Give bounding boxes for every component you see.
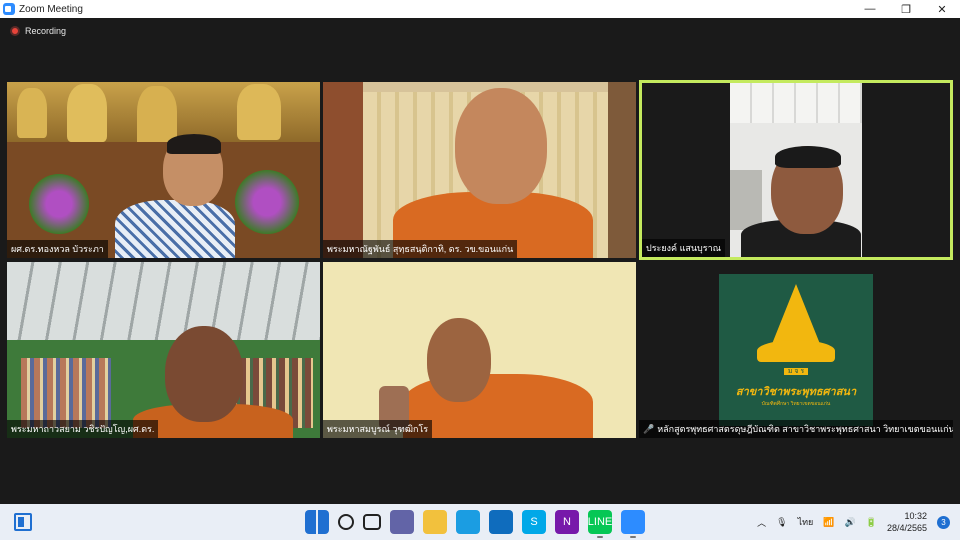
maximize-button[interactable]: ❐ — [888, 0, 924, 18]
file-explorer-icon[interactable] — [423, 510, 447, 534]
minimize-button[interactable]: — — [852, 0, 888, 18]
wooden-shelf — [323, 82, 363, 258]
participant-name-text: หลักสูตรพุทธศาสตรดุษฎีบัณฑิต สาขาวิชาพระ… — [657, 424, 953, 434]
volume-icon[interactable]: 🔊 — [845, 517, 856, 528]
orchid-flowers — [235, 170, 299, 234]
emblem-abbrev-text: ม จ ร — [783, 368, 809, 375]
emblem-base-icon — [757, 340, 835, 362]
wall-panel — [608, 82, 636, 258]
skype-icon[interactable]: S — [522, 510, 546, 534]
emblem-subtitle: บัณฑิตศึกษา วิทยาเขตขอนแก่น — [761, 401, 831, 407]
video-tile-3-active-speaker[interactable]: ประยงค์ แสนบุราณ — [639, 80, 953, 260]
buddha-statue — [17, 88, 47, 138]
video-tile-6[interactable]: ม จ ร สาขาวิชาพระพุทธศาสนา บัณฑิตศึกษา ว… — [639, 262, 953, 438]
zoom-icon[interactable] — [621, 510, 645, 538]
teams-chat-icon[interactable] — [390, 510, 414, 534]
buddha-statue — [67, 84, 107, 142]
mail-icon[interactable] — [489, 510, 513, 534]
person-head — [455, 88, 547, 204]
line-icon[interactable]: LINE — [588, 510, 612, 538]
books — [21, 358, 111, 428]
close-button[interactable]: ✕ — [924, 0, 960, 18]
task-view-icon[interactable] — [363, 514, 381, 530]
participant-name: ประยงค์ แสนบุราณ — [642, 239, 725, 257]
person-head — [165, 326, 243, 422]
notification-badge[interactable]: 3 — [937, 515, 950, 529]
emblem-title: สาขาวิชาพระพุทธศาสนา — [735, 386, 857, 398]
chevron-up-icon[interactable]: ︿ — [757, 516, 766, 529]
microphone-icon[interactable]: 🎙 — [776, 517, 787, 528]
ceiling-tiles — [730, 83, 862, 123]
windows-taskbar: S N LINE ︿ 🎙 ไทย 📶 🔊 🔋 10:32 28/4/2565 3 — [0, 504, 960, 540]
video-tile-5[interactable]: พระมหาสมบูรณ์ วุฑฒิกโร — [323, 262, 636, 438]
search-icon[interactable] — [338, 514, 354, 530]
participant-name: 🎤 หลักสูตรพุทธศาสตรดุษฎีบัณฑิต สาขาวิชาพร… — [639, 420, 953, 438]
system-tray: ︿ 🎙 ไทย 📶 🔊 🔋 10:32 28/4/2565 3 — [757, 508, 950, 536]
window-titlebar: Zoom Meeting — ❐ ✕ — [0, 0, 960, 18]
video-tile-1[interactable]: ผศ.ดร.ทองหวล บัวระภา — [7, 82, 320, 258]
window-title: Zoom Meeting — [19, 3, 83, 15]
clock[interactable]: 10:32 28/4/2565 — [887, 510, 927, 534]
taskbar-apps: S N LINE — [305, 510, 645, 538]
windows-start-icon[interactable] — [305, 510, 329, 534]
orchid-flowers — [29, 174, 89, 234]
onenote-icon[interactable]: N — [555, 510, 579, 534]
emblem-card: ม จ ร สาขาวิชาพระพุทธศาสนา บัณฑิตศึกษา ว… — [719, 274, 873, 426]
recording-icon — [10, 26, 20, 36]
edge-icon[interactable] — [456, 510, 480, 534]
roof-beams — [7, 262, 320, 340]
person-head — [427, 318, 491, 402]
buddha-statue — [237, 84, 281, 140]
battery-icon[interactable]: 🔋 — [866, 517, 877, 528]
person-body — [115, 200, 235, 258]
video-tile-4[interactable]: พระมหาถาวสยาม วชิรปัญโญ,ผศ.ดร. — [7, 262, 320, 438]
language-indicator[interactable]: ไทย — [798, 515, 814, 529]
person-hair — [775, 146, 841, 168]
widgets-icon[interactable] — [14, 513, 32, 531]
recording-indicator[interactable]: Recording — [10, 26, 66, 36]
video-tile-2[interactable]: พระมหาณัฐพันธ์ สุทฺธสนฺติกาทิ, ดร. วข.ขอ… — [323, 82, 636, 258]
window-controls: — ❐ ✕ — [852, 0, 960, 18]
clock-date: 28/4/2565 — [886, 523, 927, 533]
participant-name: ผศ.ดร.ทองหวล บัวระภา — [7, 240, 108, 258]
shelf — [730, 170, 762, 230]
wifi-icon[interactable]: 📶 — [823, 517, 834, 528]
emblem-chedi-icon — [772, 284, 820, 344]
participant-name: พระมหาณัฐพันธ์ สุทฺธสนฺติกาทิ, ดร. วข.ขอ… — [323, 240, 518, 258]
recording-label: Recording — [25, 26, 67, 36]
participant-name: พระมหาถาวสยาม วชิรปัญโญ,ผศ.ดร. — [7, 420, 159, 438]
emblem-abbrev: ม จ ร — [719, 366, 873, 377]
person-hair — [167, 134, 221, 154]
mic-muted-icon: 🎤 — [643, 424, 655, 434]
zoom-logo-icon — [3, 3, 15, 15]
clock-time: 10:32 — [904, 511, 927, 521]
participant-name: พระมหาสมบูรณ์ วุฑฒิกโร — [323, 420, 433, 438]
